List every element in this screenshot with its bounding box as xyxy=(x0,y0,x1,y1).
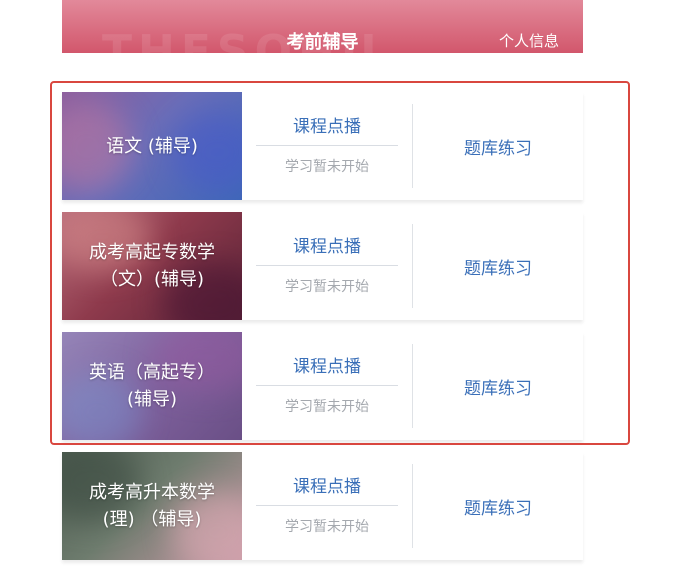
course-thumbnail[interactable]: 语文 (辅导) xyxy=(62,92,242,200)
course-video-section: 课程点播 学习暂未开始 xyxy=(242,452,412,560)
page-header: THESOHU 考前辅导 个人信息 xyxy=(62,0,583,53)
course-name: 语文 (辅导) xyxy=(106,135,198,157)
course-video-section: 课程点播 学习暂未开始 xyxy=(242,92,412,200)
course-row: 成考高升本数学 (理) （辅导) 课程点播 学习暂未开始 题库练习 xyxy=(62,452,583,560)
question-bank-button[interactable]: 题库练习 xyxy=(413,212,583,320)
question-bank-button[interactable]: 题库练习 xyxy=(413,452,583,560)
course-thumbnail[interactable]: 成考高升本数学 (理) （辅导) xyxy=(62,452,242,560)
question-bank-button[interactable]: 题库练习 xyxy=(413,332,583,440)
course-video-button[interactable]: 课程点播 xyxy=(256,352,398,386)
course-name: 成考高起专数学 （文）(辅导) xyxy=(89,242,215,290)
learning-status: 学习暂未开始 xyxy=(285,399,369,415)
course-video-section: 课程点播 学习暂未开始 xyxy=(242,332,412,440)
course-thumbnail[interactable]: 成考高起专数学 （文）(辅导) xyxy=(62,212,242,320)
course-video-button[interactable]: 课程点播 xyxy=(256,472,398,506)
course-row: 语文 (辅导) 课程点播 学习暂未开始 题库练习 xyxy=(62,92,583,200)
course-name: 英语（高起专） (辅导) xyxy=(89,362,215,410)
course-row: 英语（高起专） (辅导) 课程点播 学习暂未开始 题库练习 xyxy=(62,332,583,440)
course-video-button[interactable]: 课程点播 xyxy=(256,232,398,266)
question-bank-button[interactable]: 题库练习 xyxy=(413,92,583,200)
learning-status: 学习暂未开始 xyxy=(285,279,369,295)
course-thumbnail[interactable]: 英语（高起专） (辅导) xyxy=(62,332,242,440)
personal-info-link[interactable]: 个人信息 xyxy=(499,30,559,51)
course-video-button[interactable]: 课程点播 xyxy=(256,112,398,146)
course-name: 成考高升本数学 (理) （辅导) xyxy=(89,482,215,530)
learning-status: 学习暂未开始 xyxy=(285,519,369,535)
course-row: 成考高起专数学 （文）(辅导) 课程点播 学习暂未开始 题库练习 xyxy=(62,212,583,320)
learning-status: 学习暂未开始 xyxy=(285,159,369,175)
course-video-section: 课程点播 学习暂未开始 xyxy=(242,212,412,320)
